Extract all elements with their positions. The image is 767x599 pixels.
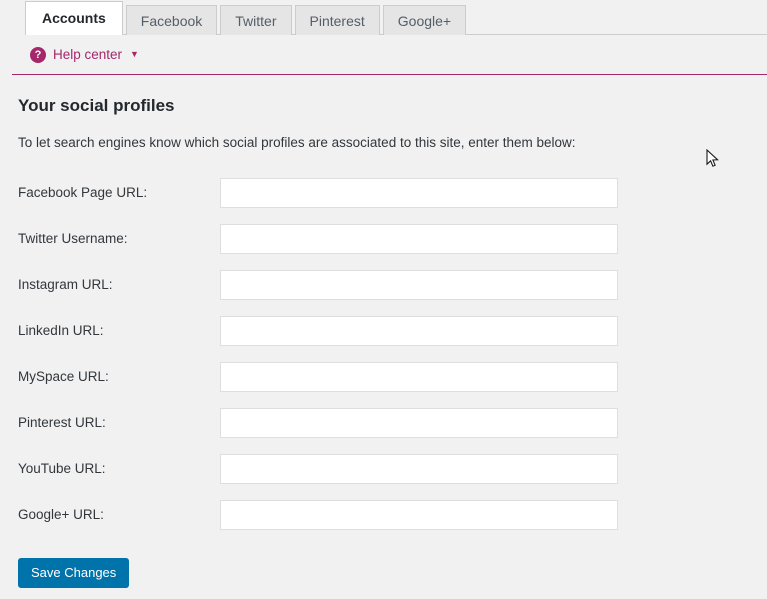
tab-facebook-label: Facebook (140, 13, 203, 29)
label-googleplus-url: Google+ URL: (18, 507, 104, 522)
help-center-bar: ? Help center ▼ (0, 35, 767, 74)
form-row-twitter-username: Twitter Username: (18, 216, 767, 262)
social-profiles-form: Facebook Page URL: Twitter Username: Ins… (18, 170, 767, 588)
tab-googleplus-label: Google+ (397, 13, 452, 29)
label-myspace-url: MySpace URL: (18, 369, 109, 384)
save-changes-button[interactable]: Save Changes (18, 558, 130, 588)
page-title: Your social profiles (18, 96, 175, 115)
tab-twitter-label: Twitter (235, 13, 277, 29)
form-row-facebook-page-url: Facebook Page URL: (18, 170, 767, 216)
label-facebook-page-url: Facebook Page URL: (18, 185, 148, 200)
form-row-googleplus-url: Google+ URL: (18, 492, 767, 538)
help-center-toggle[interactable]: ? Help center ▼ (30, 46, 139, 63)
input-facebook-page-url[interactable] (220, 178, 618, 208)
form-row-pinterest-url: Pinterest URL: (18, 400, 767, 446)
tab-strip: Accounts Facebook Twitter Pinterest Goog… (0, 0, 767, 35)
input-instagram-url[interactable] (220, 270, 618, 300)
main-content: Your social profiles To let search engin… (0, 75, 767, 599)
input-myspace-url[interactable] (220, 362, 618, 392)
intro-text: To let search engines know which social … (18, 135, 576, 150)
input-googleplus-url[interactable] (220, 500, 618, 530)
input-twitter-username[interactable] (220, 224, 618, 254)
help-center-label: Help center (53, 47, 123, 62)
label-linkedin-url: LinkedIn URL: (18, 323, 104, 338)
tab-twitter[interactable]: Twitter (220, 5, 292, 35)
tab-pinterest-label: Pinterest (309, 13, 365, 29)
chevron-down-icon: ▼ (130, 49, 139, 59)
form-row-instagram-url: Instagram URL: (18, 262, 767, 308)
form-row-youtube-url: YouTube URL: (18, 446, 767, 492)
form-row-myspace-url: MySpace URL: (18, 354, 767, 400)
tab-accounts-label: Accounts (42, 10, 106, 26)
tab-pinterest[interactable]: Pinterest (294, 5, 380, 35)
tab-strip-left-gap (0, 0, 25, 35)
tab-facebook[interactable]: Facebook (125, 5, 218, 35)
label-youtube-url: YouTube URL: (18, 461, 106, 476)
input-youtube-url[interactable] (220, 454, 618, 484)
tab-googleplus[interactable]: Google+ (382, 5, 467, 35)
input-linkedin-url[interactable] (220, 316, 618, 346)
input-pinterest-url[interactable] (220, 408, 618, 438)
question-mark-circle-icon: ? (30, 46, 46, 63)
tab-accounts[interactable]: Accounts (25, 1, 123, 35)
label-twitter-username: Twitter Username: (18, 231, 128, 246)
form-row-linkedin-url: LinkedIn URL: (18, 308, 767, 354)
form-actions: Save Changes (18, 558, 767, 588)
label-pinterest-url: Pinterest URL: (18, 415, 106, 430)
label-instagram-url: Instagram URL: (18, 277, 113, 292)
